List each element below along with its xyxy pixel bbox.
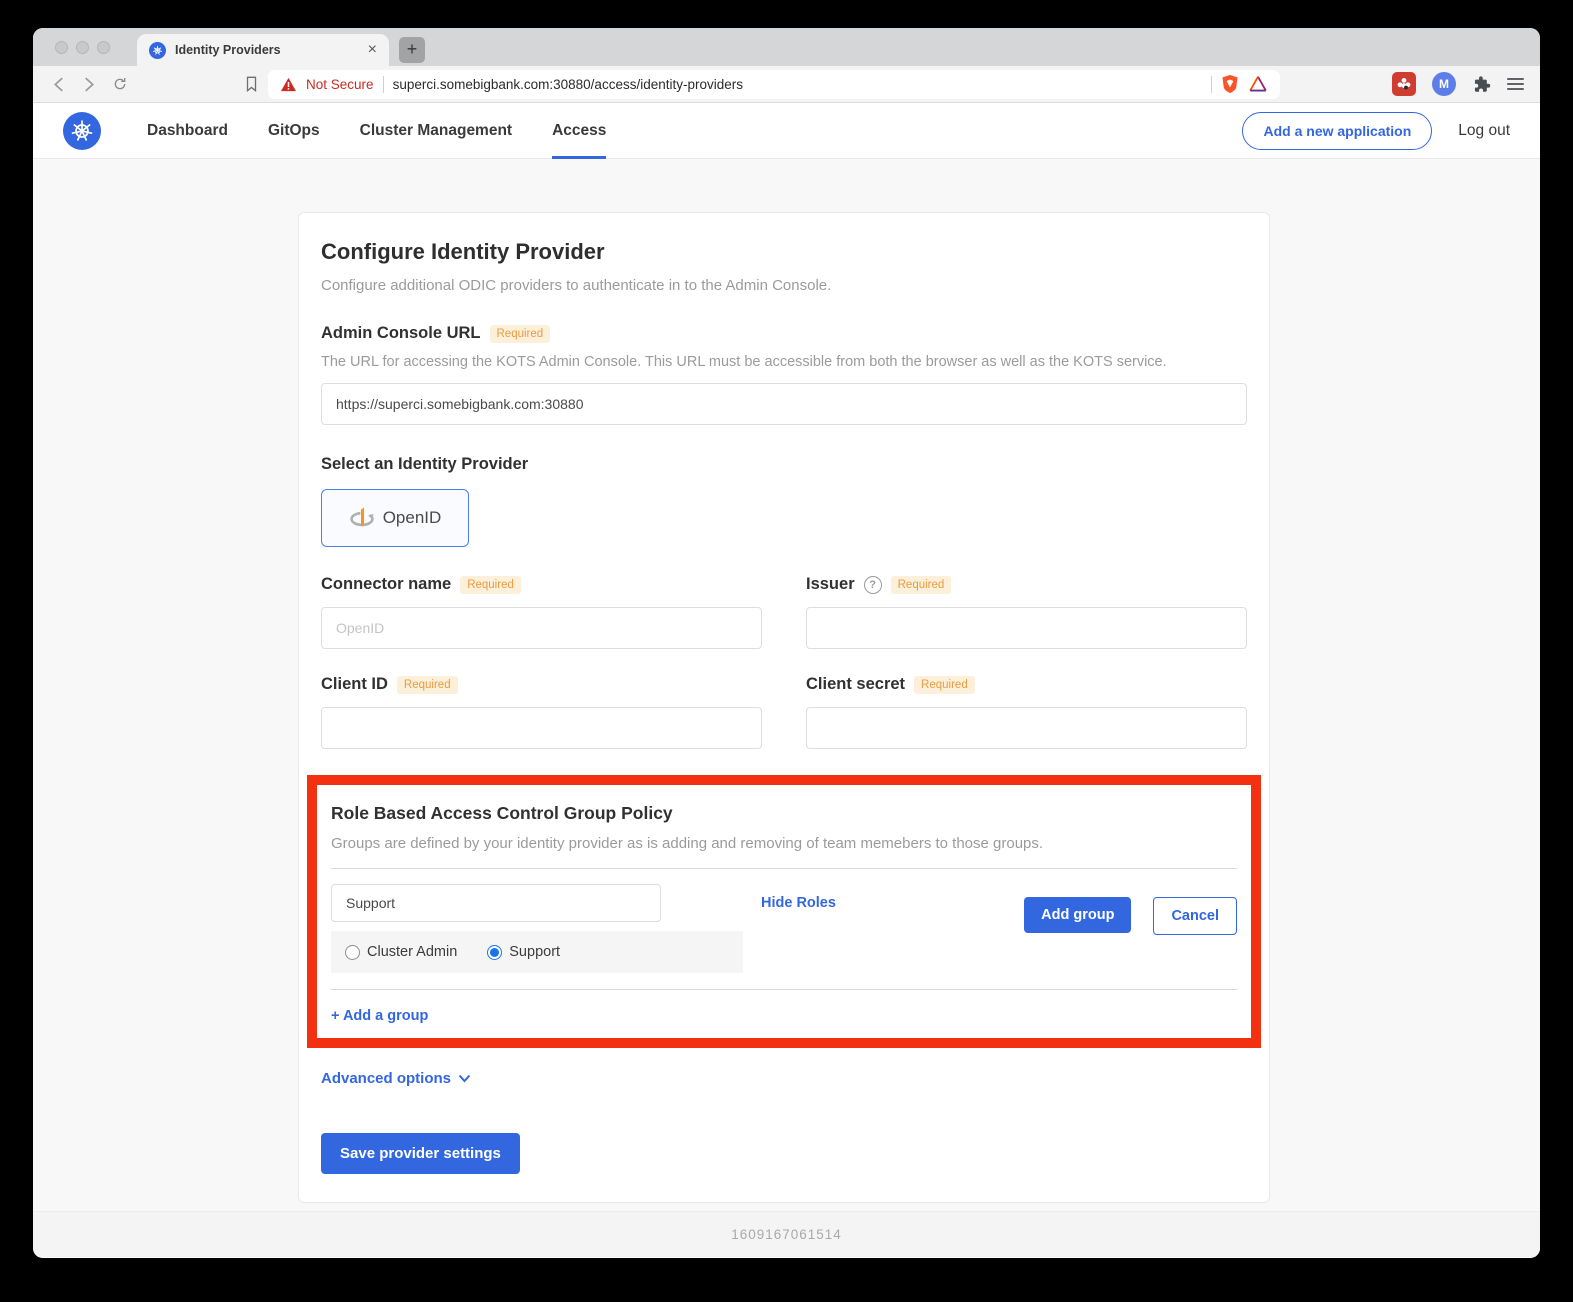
issuer-input[interactable] <box>806 607 1247 649</box>
radio-icon[interactable] <box>345 945 360 960</box>
rbac-description: Groups are defined by your identity prov… <box>331 835 1237 852</box>
zoom-window-button[interactable] <box>97 41 110 54</box>
address-bar-divider <box>383 76 384 93</box>
tab-title: Identity Providers <box>175 43 359 57</box>
tab-close-icon[interactable]: × <box>368 42 377 58</box>
group-name-input[interactable] <box>331 884 661 922</box>
bookmark-icon[interactable] <box>245 76 258 92</box>
address-bar[interactable]: Not Secure superci.somebigbank.com:30880… <box>268 70 1280 99</box>
connector-name-label: Connector name <box>321 575 451 594</box>
bat-rewards-icon[interactable] <box>1248 75 1268 93</box>
warning-triangle-icon <box>280 77 297 92</box>
admin-console-url-input[interactable] <box>321 383 1247 425</box>
nav-item-dashboard[interactable]: Dashboard <box>147 103 228 159</box>
configure-identity-provider-card: Configure Identity Provider Configure ad… <box>298 212 1270 1203</box>
nav-item-cluster-management[interactable]: Cluster Management <box>360 103 512 159</box>
add-new-application-button[interactable]: Add a new application <box>1242 112 1432 150</box>
required-badge: Required <box>891 576 952 594</box>
chevron-down-icon <box>458 1074 471 1083</box>
kubernetes-favicon-icon <box>149 42 166 59</box>
browser-toolbar: Not Secure superci.somebigbank.com:30880… <box>33 66 1540 103</box>
close-window-button[interactable] <box>55 41 68 54</box>
rbac-title: Role Based Access Control Group Policy <box>331 803 1237 824</box>
footer-timestamp: 1609167061514 <box>731 1227 842 1242</box>
nav-item-gitops[interactable]: GitOps <box>268 103 320 159</box>
required-badge: Required <box>914 676 975 694</box>
extension-area: M <box>1392 72 1524 96</box>
required-badge: Required <box>490 325 551 343</box>
page-subtitle: Configure additional ODIC providers to a… <box>321 277 1247 294</box>
minimize-window-button[interactable] <box>76 41 89 54</box>
page-title: Configure Identity Provider <box>321 239 1247 265</box>
new-tab-button[interactable]: + <box>399 37 425 63</box>
browser-tab-bar: Identity Providers × + <box>33 28 1540 66</box>
divider <box>331 989 1237 990</box>
divider <box>331 868 1237 869</box>
role-radio-support[interactable]: Support <box>487 944 560 960</box>
window-controls[interactable] <box>55 41 110 54</box>
address-bar-divider <box>1211 76 1212 93</box>
cancel-button[interactable]: Cancel <box>1153 897 1237 935</box>
reload-icon[interactable] <box>110 76 129 92</box>
openid-provider-label: OpenID <box>383 508 442 528</box>
admin-console-url-description: The URL for accessing the KOTS Admin Con… <box>321 354 1247 370</box>
browser-tab[interactable]: Identity Providers × <box>137 34 389 66</box>
logout-link[interactable]: Log out <box>1458 122 1510 140</box>
nav-item-access[interactable]: Access <box>552 103 606 159</box>
add-a-group-link[interactable]: + Add a group <box>331 1008 1237 1024</box>
connector-name-input[interactable] <box>321 607 762 649</box>
admin-console-url-label: Admin Console URL <box>321 324 481 343</box>
issuer-help-icon[interactable]: ? <box>864 576 882 594</box>
required-badge: Required <box>460 576 521 594</box>
menu-icon[interactable] <box>1507 75 1524 93</box>
advanced-options-link[interactable]: Advanced options <box>321 1070 1247 1087</box>
required-badge: Required <box>397 676 458 694</box>
extensions-puzzle-icon[interactable] <box>1472 75 1491 94</box>
browser-window: Identity Providers × + Not Secure superc… <box>33 28 1540 1258</box>
not-secure-label[interactable]: Not Secure <box>306 77 374 92</box>
forward-icon[interactable] <box>80 77 99 92</box>
rbac-highlight-region: Role Based Access Control Group Policy G… <box>307 775 1261 1048</box>
openid-provider-button[interactable]: OpenID <box>321 489 469 547</box>
page-footer: 1609167061514 <box>33 1211 1540 1257</box>
url-text[interactable]: superci.somebigbank.com:30880/access/ide… <box>393 77 1202 92</box>
openid-logo-icon <box>349 505 375 531</box>
issuer-label: Issuer <box>806 575 855 594</box>
client-secret-label: Client secret <box>806 675 905 694</box>
save-provider-settings-button[interactable]: Save provider settings <box>321 1133 520 1174</box>
role-radio-cluster-admin[interactable]: Cluster Admin <box>345 944 457 960</box>
select-identity-provider-label: Select an Identity Provider <box>321 455 528 474</box>
add-group-button[interactable]: Add group <box>1024 897 1131 933</box>
hide-roles-link[interactable]: Hide Roles <box>761 884 836 922</box>
app-navigation: Dashboard GitOps Cluster Management Acce… <box>33 103 1540 159</box>
kubernetes-logo-icon <box>63 112 101 150</box>
back-icon[interactable] <box>49 77 68 92</box>
client-secret-input[interactable] <box>806 707 1247 749</box>
brave-shield-icon[interactable] <box>1221 74 1239 94</box>
client-id-input[interactable] <box>321 707 762 749</box>
adblock-extension-icon[interactable] <box>1392 72 1416 96</box>
client-id-label: Client ID <box>321 675 388 694</box>
profile-avatar[interactable]: M <box>1432 72 1456 96</box>
page-body: Configure Identity Provider Configure ad… <box>33 159 1540 1257</box>
radio-icon[interactable] <box>487 945 502 960</box>
role-radio-group: Cluster Admin Support <box>331 931 743 973</box>
